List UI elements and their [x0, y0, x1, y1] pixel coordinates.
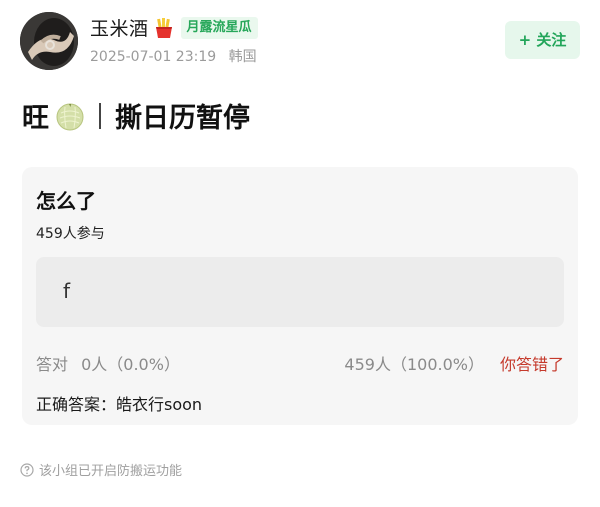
wrong-stat: 459人（100.0%） 你答错了: [344, 351, 564, 375]
title-divider: [99, 102, 101, 129]
correct-stat: 答对 0人（0.0%）: [36, 351, 180, 375]
author-name[interactable]: 玉米酒: [90, 14, 149, 41]
poll-option-label: f: [63, 279, 71, 303]
answer-text: 皓衣行soon: [116, 395, 203, 414]
post-header: 玉米酒 月露流星瓜 2025-07-01 23:19 韩国 + 关注: [0, 0, 600, 80]
poll-participants: 459人参与: [36, 226, 105, 242]
author-line: 玉米酒 月露流星瓜: [90, 14, 258, 41]
answer-prefix: 正确答案：: [36, 395, 117, 414]
wrong-count: 459人（100.0%）: [344, 355, 484, 374]
post-page: 玉米酒 月露流星瓜 2025-07-01 23:19 韩国 + 关注 旺 撕日历…: [0, 0, 600, 507]
notice-text: 该小组已开启防搬运功能: [39, 464, 183, 479]
correct-answer: 正确答案：皓衣行soon: [36, 391, 202, 415]
avatar[interactable]: [20, 12, 78, 70]
post-date: 2025-07-01 23:19: [90, 49, 217, 65]
post-title: 旺 撕日历暂停: [22, 96, 250, 135]
avatar-photo-icon: [20, 12, 78, 70]
poll-question: 怎么了: [36, 189, 96, 213]
group-tag[interactable]: 月露流星瓜: [180, 16, 258, 39]
post-location: 韩国: [228, 49, 257, 65]
anti-repost-notice: 该小组已开启防搬运功能: [20, 460, 182, 479]
fries-icon: [155, 17, 172, 38]
poll-card: 怎么了 459人参与 f 答对 0人（0.0%） 459人（100.0%） 你答…: [22, 167, 578, 425]
follow-button[interactable]: + 关注: [505, 21, 580, 59]
correct-count: 0人（0.0%）: [81, 355, 180, 374]
title-prefix: 旺: [22, 103, 49, 134]
poll-option[interactable]: f: [36, 257, 564, 327]
title-text: 撕日历暂停: [115, 103, 250, 134]
correct-label: 答对: [36, 355, 69, 374]
result-label: 你答错了: [499, 355, 564, 374]
post-meta: 2025-07-01 23:19 韩国: [90, 46, 257, 66]
melon-icon: [56, 103, 84, 130]
question-circle-icon: [20, 462, 34, 477]
